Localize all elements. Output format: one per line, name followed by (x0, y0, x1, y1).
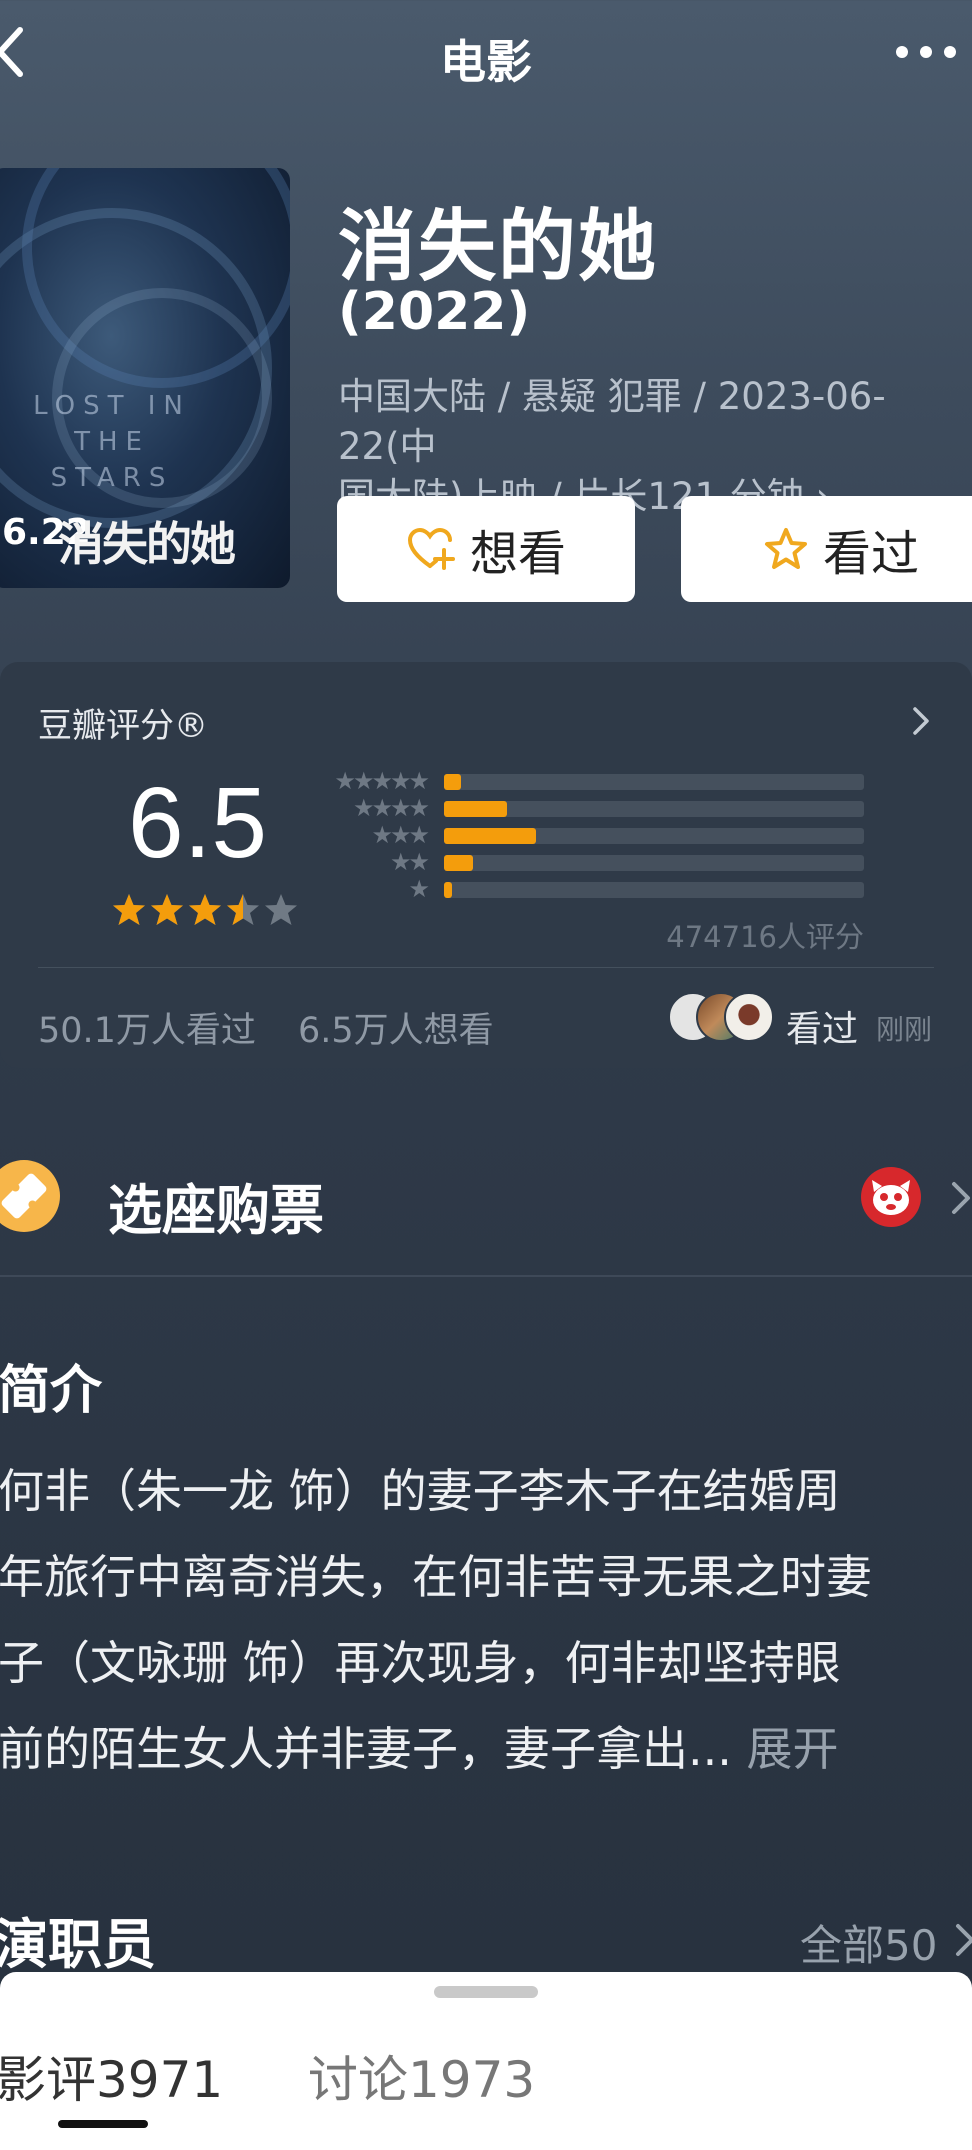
divider (0, 1275, 972, 1277)
seen-count[interactable]: 50.1万人看过 (38, 1002, 256, 1053)
synopsis-line: 子（文咏珊 饰）再次现身，何非却坚持眼 (0, 1636, 841, 1690)
expand-link[interactable]: 展开 (732, 1722, 838, 1776)
divider (38, 967, 934, 968)
watched-button[interactable]: 看过 (681, 496, 972, 602)
cast-all-link[interactable]: 全部50 (800, 1912, 937, 1973)
distribution-bar (444, 828, 864, 844)
distribution-bar-fill (444, 774, 461, 790)
distribution-bar (444, 774, 864, 790)
dist-star-label: ★★ (389, 848, 430, 876)
movie-title: 消失的她 (338, 202, 659, 292)
chevron-right-icon[interactable] (906, 706, 936, 736)
distribution-bar (444, 882, 864, 898)
distribution-bar-fill (444, 855, 474, 871)
synopsis-heading: 简介 (0, 1361, 103, 1421)
maoyan-cat-icon (861, 1167, 921, 1227)
distribution-star-labels: ★★★★★ ★★★★ ★★★ ★★ ★ (325, 767, 430, 903)
chevron-right-icon[interactable] (950, 1920, 972, 1960)
distribution-bar (444, 801, 864, 817)
synopsis-line: 何非（朱一龙 饰）的妻子李木子在结婚周 (0, 1464, 841, 1518)
dist-star-label: ★★★★ (352, 794, 430, 822)
tab-discussion[interactable]: 讨论1973 (308, 2040, 535, 2112)
distribution-bar-fill (444, 828, 537, 844)
movie-meta-line: 中国大陆 / 悬疑 犯罪 / 2023-06-22(中 (338, 375, 886, 468)
dist-star-label: ★★★★★ (334, 767, 430, 795)
rating-count: 474716人评分 (666, 920, 864, 954)
dist-star-label: ★★★ (371, 821, 430, 849)
rating-star-icon (113, 894, 145, 925)
rating-card[interactable]: 豆瓣评分® 6.5 ★★★★★ ★★★★ ★★★ ★★ ★ 474716人评分 … (0, 662, 972, 1068)
tab-reviews[interactable]: 影评3971 (0, 2040, 223, 2112)
dist-star-label: ★ (408, 875, 430, 903)
rating-score: 6.5 (128, 767, 268, 879)
star-outline-icon (764, 528, 807, 569)
friend-time: 刚刚 (876, 1013, 933, 1046)
friend-status: 看过 (786, 1009, 859, 1050)
movie-year: (2022) (338, 282, 531, 342)
distribution-bar-fill (444, 882, 453, 898)
poster-english-title: LOST IN THE STARS (33, 391, 191, 493)
active-tab-indicator (58, 2120, 148, 2128)
more-dots-icon[interactable] (896, 30, 972, 74)
avatar (724, 992, 774, 1042)
rating-label: 豆瓣评分® (38, 706, 208, 746)
want-count[interactable]: 6.5万人想看 (298, 1002, 494, 1053)
drag-handle[interactable] (434, 1986, 538, 1998)
poster-title-art: 消失的她 (58, 517, 236, 571)
friend-avatars[interactable] (668, 992, 778, 1042)
want-to-watch-button[interactable]: 想看 (337, 496, 635, 602)
heart-plus-icon (407, 527, 455, 570)
cast-heading: 演职员 (0, 1913, 156, 1976)
rating-star-icon (151, 894, 183, 925)
ticket-icon[interactable] (0, 1158, 62, 1234)
synopsis-line: 前的陌生女人并非妻子，妻子拿出... 展开 (0, 1706, 972, 1792)
rating-stars (110, 892, 300, 928)
chevron-right-icon[interactable] (946, 1178, 972, 1218)
ticket-label[interactable]: 选座购票 (108, 1166, 324, 1245)
bottom-sheet[interactable]: 影评3971 讨论1973 (0, 1972, 972, 2150)
want-to-watch-label: 想看 (469, 526, 566, 582)
rating-star-icon (227, 894, 259, 925)
rating-star-icon (265, 894, 297, 925)
synopsis-line: 年旅行中离奇消失，在何非苦寻无果之时妻 (0, 1550, 872, 1604)
synopsis-line-text: 前的陌生女人并非妻子，妻子拿出... (0, 1722, 732, 1776)
synopsis-text: 何非（朱一龙 饰）的妻子李木子在结婚周 年旅行中离奇消失，在何非苦寻无果之时妻 … (0, 1448, 972, 1792)
movie-poster[interactable]: LOST IN THE STARS 6.22 消失的她 (0, 168, 290, 588)
watched-label: 看过 (822, 526, 919, 582)
rating-star-icon (189, 894, 221, 925)
rating-distribution (444, 774, 864, 909)
distribution-bar-fill (444, 801, 507, 817)
distribution-bar (444, 855, 864, 871)
page-title: 电影 (440, 35, 532, 89)
